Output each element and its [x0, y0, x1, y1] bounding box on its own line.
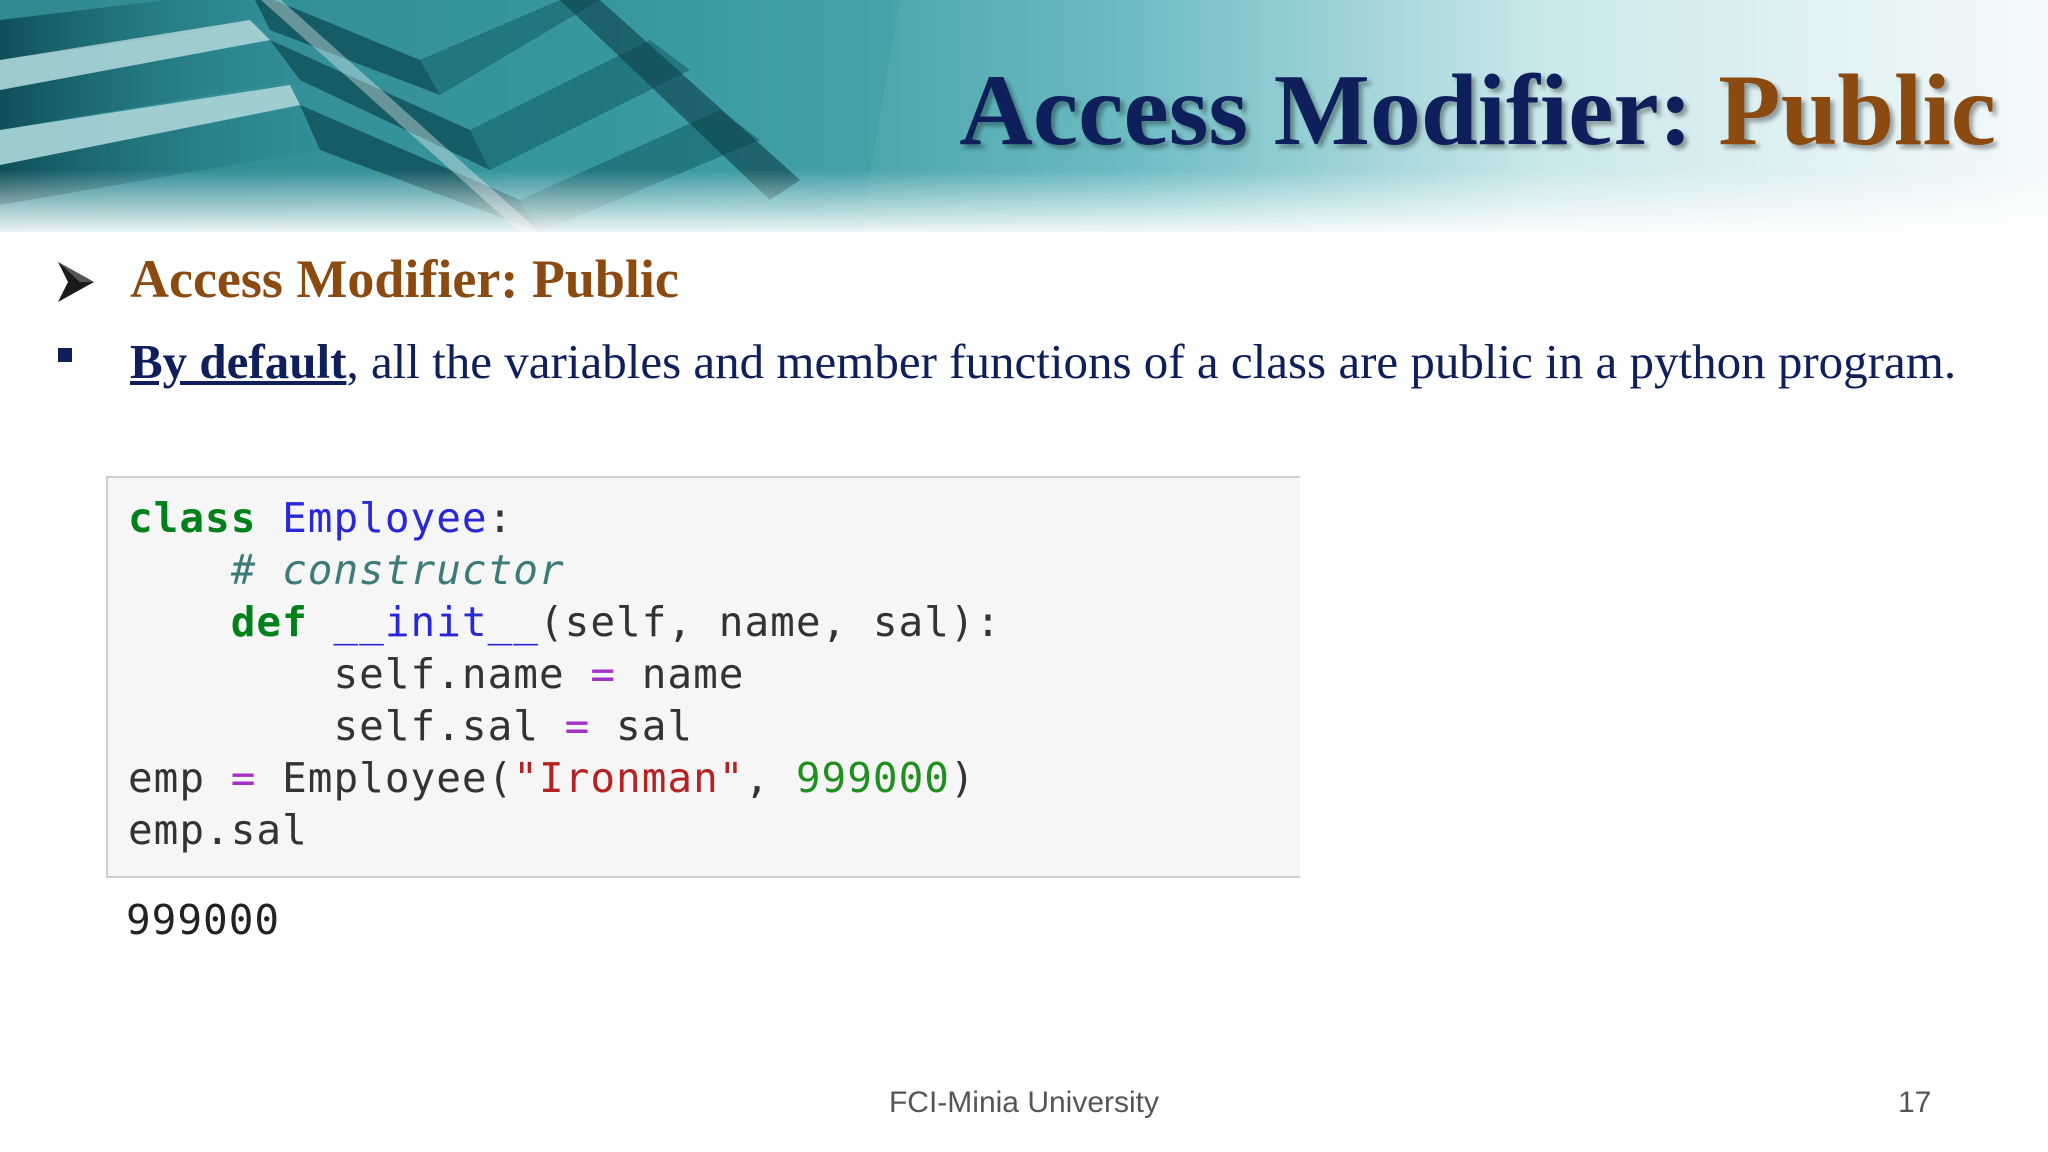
header-banner: Access Modifier: Public [0, 0, 2048, 232]
code-text: sal [616, 702, 694, 750]
bullet-text: , all the variables and member functions… [346, 334, 1957, 389]
title-accent: Public [1718, 54, 1996, 167]
slide-title: Access Modifier: Public [959, 52, 1996, 169]
code-number: 999000 [795, 754, 950, 802]
code-text: name [641, 650, 745, 698]
code-output: 999000 [126, 896, 281, 944]
code-text: ) [949, 754, 976, 802]
banner-fade [0, 170, 2048, 232]
code-text: emp [128, 754, 206, 802]
bullet-emphasis: By default [130, 334, 347, 389]
code-text: self.name [333, 650, 565, 698]
code-function-name: __init__ [333, 598, 539, 646]
code-cell: class Employee: # constructor def __init… [106, 476, 1300, 878]
title-main: Access Modifier: [959, 54, 1719, 167]
arrow-bullet-icon [58, 262, 94, 302]
code-comment: # constructor [230, 546, 565, 594]
code-text: (self, name, sal): [538, 598, 1002, 646]
code-text: emp.sal [128, 806, 308, 854]
code-text: , [744, 754, 796, 802]
code-operator: = [230, 754, 257, 802]
code-text: Employee( [282, 754, 514, 802]
code-operator: = [590, 650, 617, 698]
code-keyword: def [230, 598, 308, 646]
code-operator: = [564, 702, 591, 750]
page-number: 17 [1898, 1086, 1932, 1119]
square-bullet-icon [58, 348, 72, 362]
code-block: class Employee: # constructor def __init… [128, 492, 1001, 856]
code-text: : [487, 494, 514, 542]
code-keyword: class [128, 494, 257, 542]
footer-text: FCI-Minia University [888, 1086, 1160, 1119]
bullet-paragraph: By default, all the variables and member… [130, 330, 2035, 394]
code-class-name: Employee [282, 494, 488, 542]
code-string: "Ironman" [513, 754, 745, 802]
section-heading: Access Modifier: Public [130, 249, 679, 309]
code-text: self.sal [333, 702, 539, 750]
